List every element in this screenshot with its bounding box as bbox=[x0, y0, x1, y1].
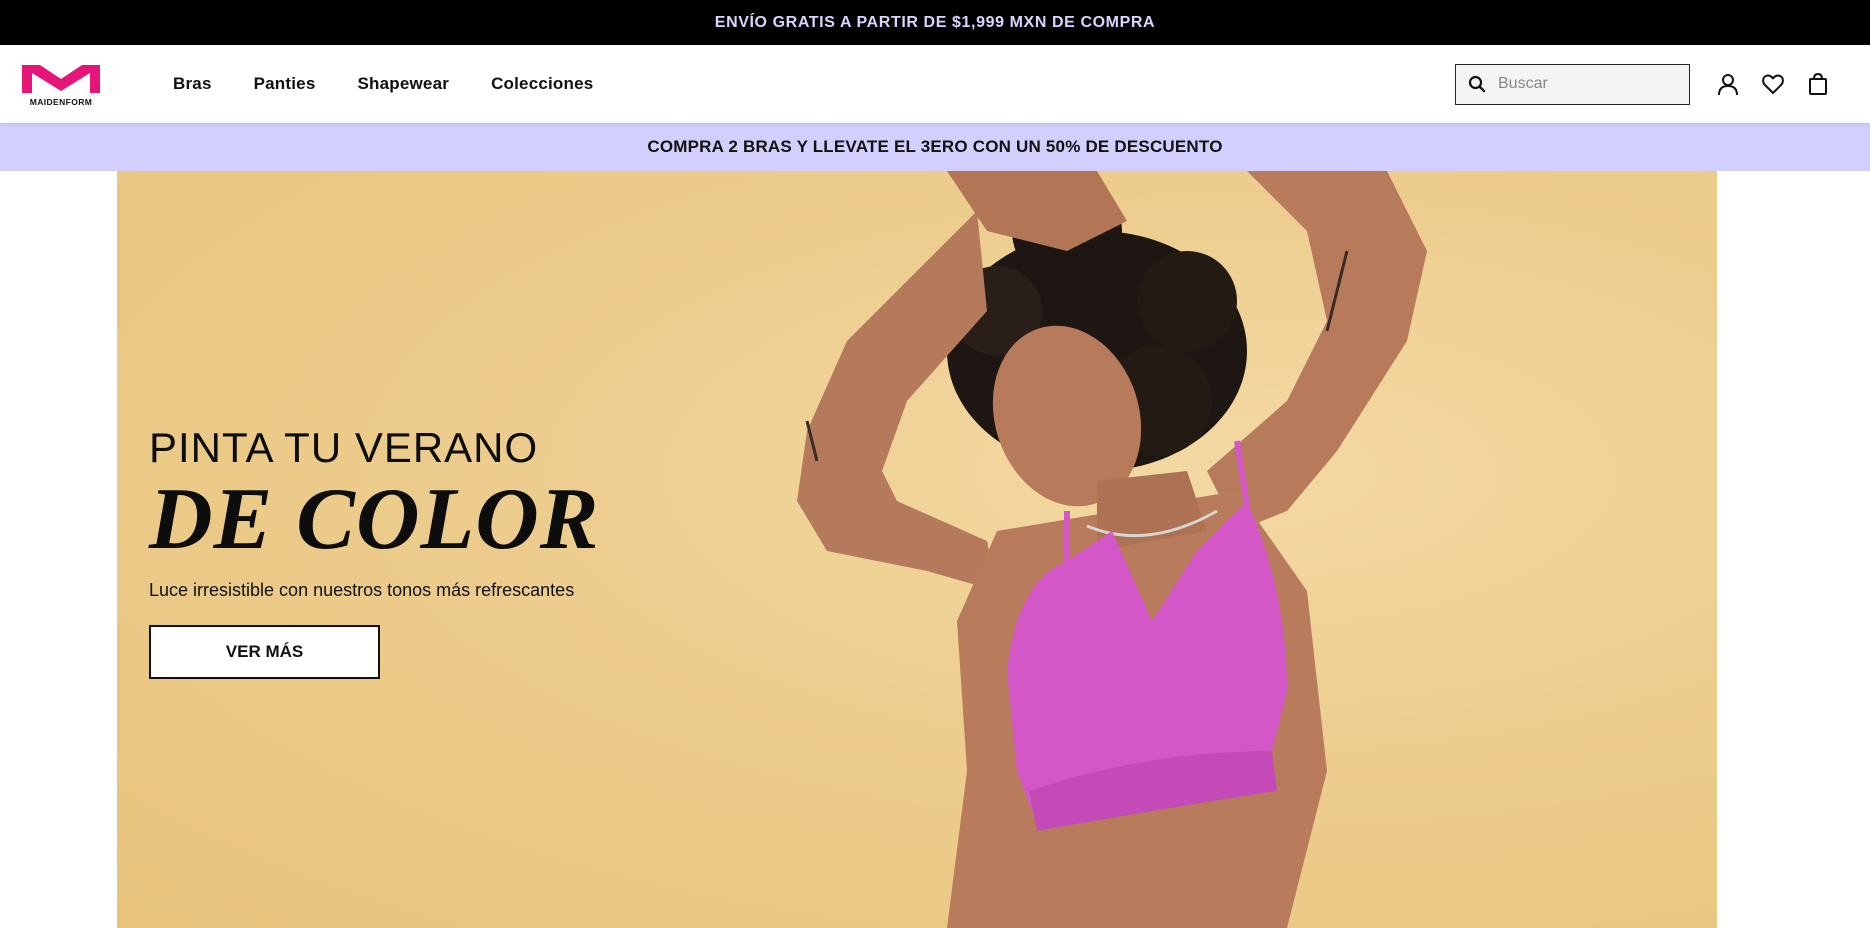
logo-wordmark: MAIDENFORM bbox=[29, 97, 93, 107]
hero-subtitle: Luce irresistible con nuestros tonos más… bbox=[149, 580, 575, 600]
nav-item-colecciones[interactable]: Colecciones bbox=[491, 74, 593, 94]
promo-banner[interactable]: COMPRA 2 BRAS Y LLEVATE EL 3ERO CON UN 5… bbox=[0, 123, 1870, 171]
wishlist-button[interactable] bbox=[1759, 70, 1787, 98]
hero-model-image bbox=[797, 171, 1427, 928]
search-icon bbox=[1468, 75, 1486, 93]
search-box[interactable] bbox=[1455, 63, 1690, 105]
header-actions bbox=[1455, 63, 1850, 105]
nav-item-bras[interactable]: Bras bbox=[173, 74, 212, 94]
wishlist-heart-icon bbox=[1762, 74, 1784, 94]
shipping-announcement-bar: ENVÍO GRATIS A PARTIR DE $1,999 MXN DE C… bbox=[0, 0, 1870, 45]
account-icon bbox=[1718, 74, 1738, 96]
maidenform-logo[interactable]: MAIDENFORM bbox=[20, 61, 102, 107]
maidenform-m-icon bbox=[22, 65, 100, 93]
hero-banner: PINTA TU VERANO DE COLOR Luce irresistib… bbox=[117, 171, 1717, 928]
shipping-announcement-text: ENVÍO GRATIS A PARTIR DE $1,999 MXN DE C… bbox=[714, 13, 1156, 31]
hero-title-line1: PINTA TU VERANO bbox=[149, 424, 539, 471]
shopping-bag-icon bbox=[1809, 72, 1827, 95]
site-header: MAIDENFORM Bras Panties Shapewear Colecc… bbox=[0, 45, 1870, 123]
main-nav: Bras Panties Shapewear Colecciones bbox=[173, 74, 635, 94]
ver-mas-button[interactable]: VER MÁS bbox=[149, 625, 380, 679]
hero-text-block: PINTA TU VERANO DE COLOR Luce irresistib… bbox=[149, 424, 600, 679]
cart-button[interactable] bbox=[1804, 70, 1832, 98]
hero-title-line2: DE COLOR bbox=[149, 471, 600, 568]
promo-banner-text: COMPRA 2 BRAS Y LLEVATE EL 3ERO CON UN 5… bbox=[647, 137, 1223, 156]
nav-item-panties[interactable]: Panties bbox=[254, 74, 316, 94]
search-input[interactable] bbox=[1498, 75, 1668, 93]
account-button[interactable] bbox=[1714, 70, 1742, 98]
nav-item-shapewear[interactable]: Shapewear bbox=[357, 74, 449, 94]
